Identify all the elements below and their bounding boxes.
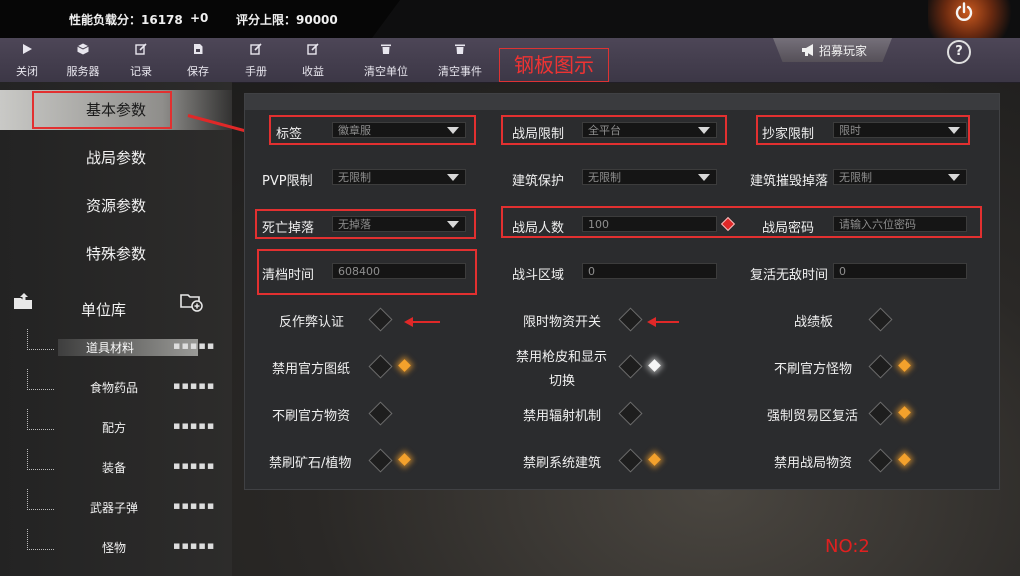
save-icon [194,44,203,54]
build-drop-dropdown[interactable]: 无限制 [833,169,967,185]
folder-add-icon[interactable] [180,292,204,312]
combat-zone-label: 战斗区域 [512,268,565,283]
play-icon [23,44,32,54]
tree-connector [27,489,54,510]
revive-invincible-input[interactable]: 0 [833,263,967,279]
chevron-down-icon [698,174,710,181]
edit-icon [307,43,319,55]
toggle-label: 禁刷系统建筑 [523,456,602,471]
income-button[interactable]: 收益 [283,38,343,82]
folder-upload-icon[interactable] [13,292,33,310]
chevron-down-icon [447,174,459,181]
tree-connector [27,449,54,470]
annotation-arrow [647,317,679,327]
cube-icon [77,43,89,55]
trash-icon [381,44,391,54]
build-protect-dropdown[interactable]: 无限制 [582,169,717,185]
toggle-label: 反作弊认证 [279,315,345,330]
megaphone-icon [802,44,813,56]
pvp-dropdown[interactable]: 无限制 [332,169,466,185]
save-button[interactable]: 保存 [168,38,228,82]
stats-bar: 性能负载分：16178 +0 评分上限：90000 [0,0,400,38]
edit-icon [250,43,262,55]
manual-button[interactable]: 手册 [226,38,286,82]
steel-plate-annotation: 钢板图示 [499,48,609,82]
record-button[interactable]: 记录 [111,38,171,82]
sidebar-item-special[interactable]: 特殊参数 [0,234,232,274]
toggle-label: 禁用枪皮和显示 [516,350,608,365]
close-button[interactable]: 关闭 [0,38,57,82]
load-delta: +0 [190,11,209,25]
tree-item-weapons[interactable]: 武器子弹 ▪▪▪▪▪ [0,489,232,525]
build-protect-label: 建筑保护 [512,174,565,189]
combat-zone-input[interactable]: 0 [582,263,717,279]
annotation-box-match-limit [501,115,727,145]
annotation-box-wipe-time [257,249,477,295]
toggle-label: 禁用战局物资 [774,456,853,471]
help-icon[interactable]: ? [947,40,971,64]
trash-icon [455,44,465,54]
toggle-label: 禁用辐射机制 [523,409,602,424]
build-drop-label: 建筑摧毁掉落 [750,174,829,189]
drag-handle[interactable]: ▪▪▪▪▪ [173,499,215,512]
sidebar-item-resource[interactable]: 资源参数 [0,186,232,226]
tree-connector [27,369,54,390]
chevron-down-icon [948,174,960,181]
clear-units-button[interactable]: 清空单位 [356,38,416,82]
unit-library-header[interactable]: 单位库 [0,293,232,331]
sidebar-item-match[interactable]: 战局参数 [0,138,232,178]
annotation-box-players-password [501,206,982,238]
server-button[interactable]: 服务器 [53,38,113,82]
power-icon[interactable] [954,2,974,22]
power-glow [928,0,1020,38]
unit-library-label: 单位库 [81,301,127,319]
toggle-label: 战绩板 [794,315,834,330]
toggle-label: 不刷官方怪物 [774,362,853,377]
toggle-label: 不刷官方物资 [272,409,351,424]
toggle-label: 禁用官方图纸 [272,362,351,377]
panel-header [245,94,999,110]
tree-item-monsters[interactable]: 怪物 ▪▪▪▪▪ [0,529,232,565]
pvp-label: PVP限制 [262,174,313,189]
toggle-label: 禁刷矿石/植物 [269,456,352,471]
clear-events-button[interactable]: 清空事件 [430,38,490,82]
tree-item-recipes[interactable]: 配方 ▪▪▪▪▪ [0,409,232,445]
load-score: 性能负载分：16178 [69,13,183,27]
annotation-arrow [404,317,440,327]
drag-handle[interactable]: ▪▪▪▪▪ [173,419,215,432]
tree-connector [27,409,54,430]
tree-connector [27,529,54,550]
score-limit: 评分上限：90000 [236,13,338,27]
tree-item-food[interactable]: 食物药品 ▪▪▪▪▪ [0,369,232,405]
annotation-box-basic [32,91,172,129]
top-bar: 性能负载分：16178 +0 评分上限：90000 [0,0,1020,38]
tree-item-equipment[interactable]: 装备 ▪▪▪▪▪ [0,449,232,485]
toggle-label: 强制贸易区复活 [767,409,859,424]
toggle-label: 限时物资开关 [523,315,602,330]
annotation-box-tag [269,115,476,145]
recruit-players-button[interactable]: 招募玩家 [773,38,892,62]
drag-handle[interactable]: ▪▪▪▪▪ [173,339,215,352]
tree-item-materials[interactable]: 道具材料 ▪▪▪▪▪ [0,329,232,365]
annotation-box-death-drop [255,209,476,239]
drag-handle[interactable]: ▪▪▪▪▪ [173,459,215,472]
edit-icon [135,43,147,55]
screen-number-annotation: NO:2 [825,536,870,557]
annotation-box-raid-limit [756,115,970,145]
drag-handle[interactable]: ▪▪▪▪▪ [173,379,215,392]
tree-connector [27,329,54,350]
toggle-label-line2: 切换 [549,374,576,389]
revive-invincible-label: 复活无敌时间 [750,268,829,283]
sidebar: 基本参数 战局参数 资源参数 特殊参数 单位库 道具材料 ▪▪▪▪▪ 食物药品 … [0,82,232,576]
drag-handle[interactable]: ▪▪▪▪▪ [173,539,215,552]
